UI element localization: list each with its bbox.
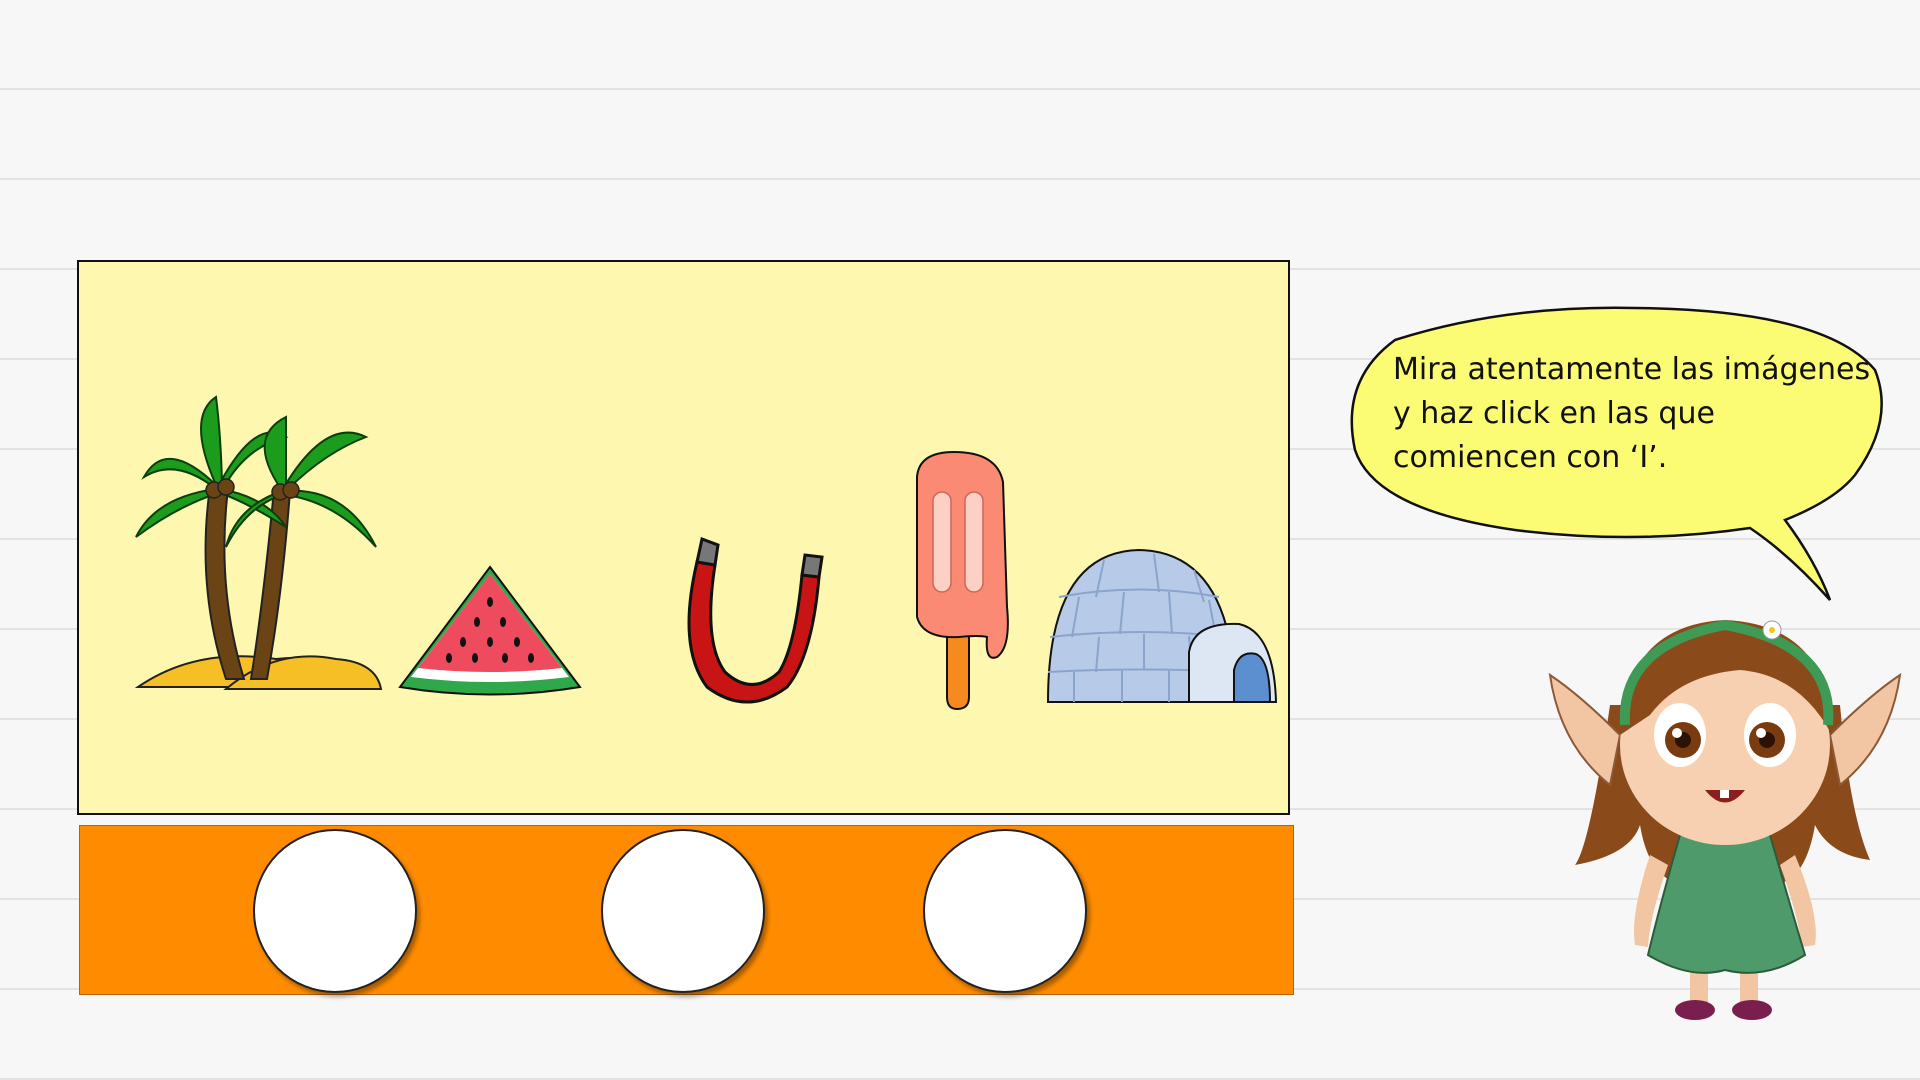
- igloo-icon: [1046, 548, 1278, 703]
- picture-panel: [77, 260, 1290, 815]
- instruction-line-1: Mira atentamente las imágenes: [1393, 352, 1871, 387]
- palm-trees-island-icon: [134, 395, 383, 690]
- horseshoe-magnet-icon: [687, 536, 824, 704]
- answer-slot-3[interactable]: [923, 829, 1087, 993]
- igloo-option[interactable]: [1044, 542, 1279, 712]
- speech-bubble: Mira atentamente las imágenes y haz clic…: [1335, 300, 1885, 610]
- instruction-line-3: comiencen con ‘I’.: [1393, 440, 1668, 475]
- elf-girl-icon: [1548, 619, 1902, 1020]
- instruction-line-2: y haz click en las que: [1393, 396, 1715, 431]
- watermelon-option[interactable]: [397, 562, 583, 707]
- palm-trees-option[interactable]: [134, 395, 396, 717]
- elf-girl-character: [1540, 585, 1910, 1025]
- ice-pop-icon: [916, 450, 1009, 711]
- answer-slot-1[interactable]: [253, 829, 417, 993]
- magnet-option[interactable]: [667, 536, 847, 712]
- watermelon-slice-icon: [398, 565, 582, 696]
- instruction-text: Mira atentamente las imágenes y haz clic…: [1393, 348, 1871, 480]
- answer-slot-2[interactable]: [601, 829, 765, 993]
- answer-bar: [79, 825, 1294, 995]
- popsicle-option[interactable]: [899, 447, 1019, 717]
